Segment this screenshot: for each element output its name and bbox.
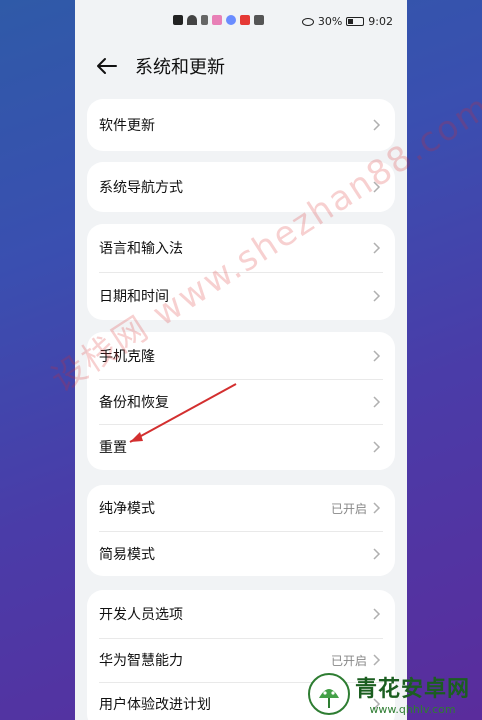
android-leaf-icon — [307, 672, 350, 715]
settings-item-pure-mode[interactable]: 纯净模式 已开启 — [87, 485, 395, 531]
chevron-right-icon — [371, 654, 383, 666]
back-button[interactable] — [95, 54, 119, 78]
alert-icon — [173, 15, 183, 25]
chevron-right-icon — [371, 441, 383, 453]
settings-item-reset[interactable]: 重置 — [87, 424, 395, 470]
item-label: 备份和恢复 — [99, 394, 169, 411]
settings-item-developer-options[interactable]: 开发人员选项 — [87, 590, 395, 638]
phone-screen: 30% 9:02 系统和更新 软件更新 系统导航方式 语言和输入法 日期和时间 … — [75, 0, 407, 720]
item-label: 简易模式 — [99, 546, 155, 563]
app-icon — [226, 15, 236, 25]
chevron-right-icon — [371, 547, 383, 560]
chevron-right-icon — [371, 502, 383, 514]
back-arrow-icon — [97, 58, 117, 74]
item-label: 系统导航方式 — [99, 180, 183, 196]
item-label: 纯净模式 — [99, 501, 155, 517]
settings-item-date-time[interactable]: 日期和时间 — [87, 272, 395, 320]
status-bar: 30% 9:02 — [75, 0, 407, 44]
settings-group: 纯净模式 已开启 简易模式 — [87, 485, 395, 576]
app-icon — [254, 15, 264, 25]
brand-logo: 青花安卓网 www.qhhlv.com — [307, 671, 470, 716]
chevron-right-icon — [371, 181, 383, 193]
chevron-right-icon — [371, 608, 383, 620]
eye-comfort-icon — [301, 17, 314, 26]
chevron-right-icon — [371, 349, 383, 362]
item-label: 重置 — [99, 440, 127, 456]
chevron-right-icon — [371, 395, 383, 408]
chevron-right-icon — [371, 119, 383, 131]
settings-group: 系统导航方式 — [87, 162, 395, 212]
header: 系统和更新 — [75, 44, 407, 88]
settings-group: 手机克隆 备份和恢复 重置 — [87, 332, 395, 470]
clock: 9:02 — [368, 15, 393, 28]
battery-icon — [346, 17, 365, 26]
settings-item-navigation[interactable]: 系统导航方式 — [87, 162, 395, 212]
hourglass-icon — [201, 15, 208, 25]
item-label: 开发人员选项 — [99, 607, 183, 623]
settings-item-software-update[interactable]: 软件更新 — [87, 99, 395, 151]
brand-url: www.qhhlv.com — [369, 703, 456, 716]
item-label: 语言和输入法 — [99, 241, 183, 257]
chevron-right-icon — [371, 242, 383, 254]
settings-item-backup-restore[interactable]: 备份和恢复 — [87, 379, 395, 424]
notification-icons — [173, 15, 264, 25]
wifi-icon — [187, 15, 197, 25]
item-value: 已开启 — [330, 653, 367, 668]
app-icon — [240, 15, 250, 25]
settings-item-phone-clone[interactable]: 手机克隆 — [87, 332, 395, 379]
brand-name: 青花安卓网 — [354, 677, 470, 702]
app-icon — [212, 15, 222, 25]
chevron-right-icon — [371, 290, 383, 302]
item-value: 已开启 — [330, 501, 367, 516]
page-title: 系统和更新 — [135, 57, 225, 78]
brand-text-block: 青花安卓网 www.qhhlv.com — [355, 671, 470, 716]
settings-item-language[interactable]: 语言和输入法 — [87, 224, 395, 272]
settings-item-simple-mode[interactable]: 简易模式 — [87, 531, 395, 576]
settings-group: 软件更新 — [87, 99, 395, 151]
item-label: 手机克隆 — [99, 348, 155, 365]
battery-percent: 30% — [317, 15, 343, 28]
settings-group: 语言和输入法 日期和时间 — [87, 224, 395, 320]
item-label: 日期和时间 — [99, 289, 169, 305]
item-label: 华为智慧能力 — [99, 653, 183, 669]
item-label: 软件更新 — [99, 118, 155, 134]
status-right: 30% 9:02 — [301, 15, 393, 28]
